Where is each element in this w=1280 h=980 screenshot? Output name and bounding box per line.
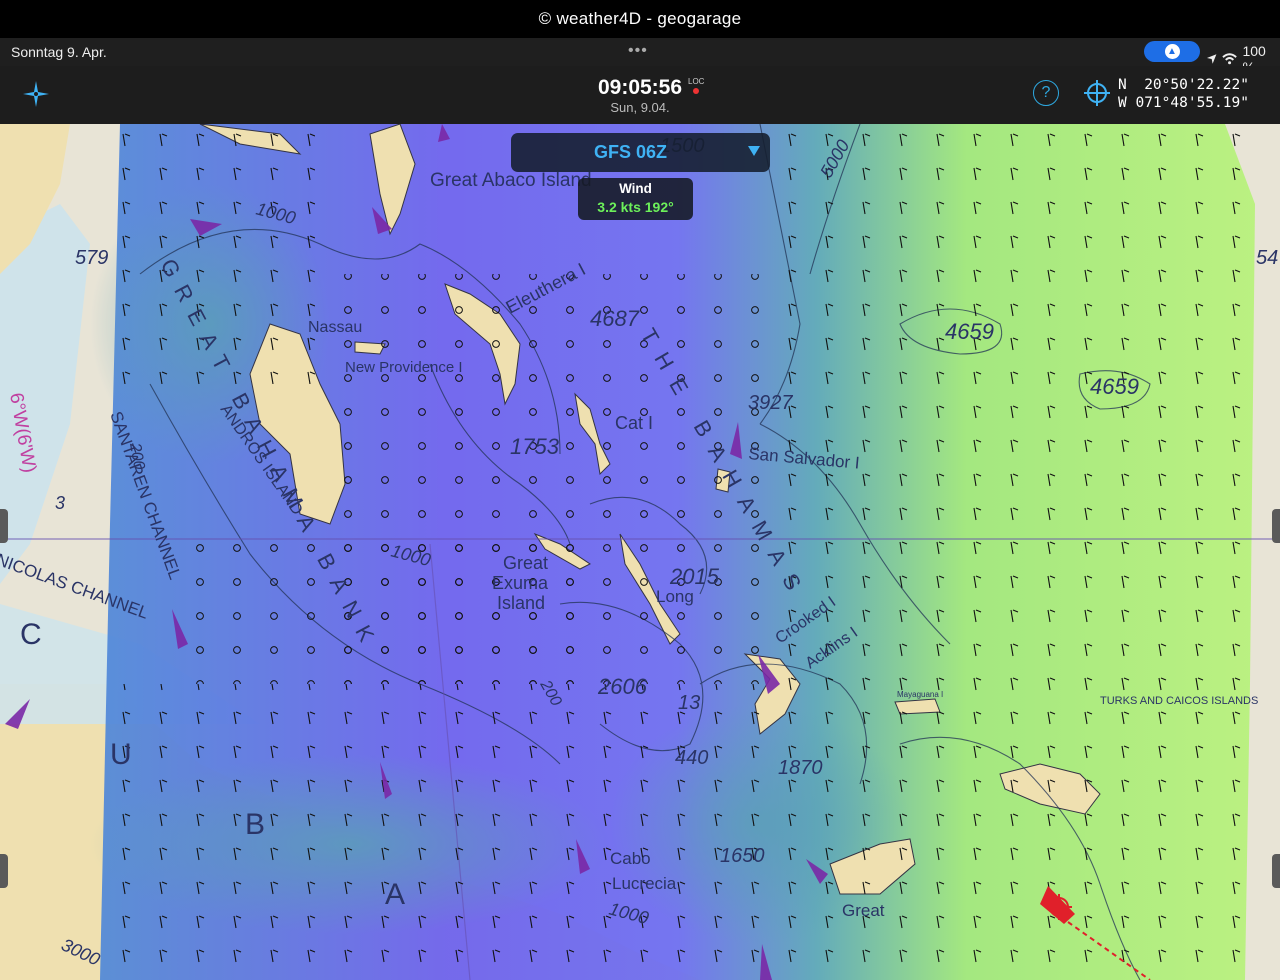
- multitask-dots-icon[interactable]: •••: [628, 42, 648, 60]
- wifi-icon: [1222, 53, 1238, 65]
- label-great-exuma-3: Island: [497, 593, 545, 613]
- clock-date: Sun, 9.04.: [610, 100, 670, 115]
- label-great-abaco: Great Abaco Island: [430, 170, 592, 191]
- record-dot-icon: [693, 88, 699, 94]
- window-caption: © weather4D - geogarage: [0, 0, 1280, 38]
- label-depth-1650: 1650: [720, 845, 765, 867]
- label-great-exuma-1: Great: [503, 553, 548, 573]
- navigation-arrow-icon: ▲: [1164, 44, 1180, 59]
- label-depth-1870: 1870: [778, 757, 823, 779]
- wind-value: 3.2 kts 192°: [597, 199, 674, 215]
- label-nassau: Nassau: [308, 319, 362, 336]
- longitude: W 071°48'55.19": [1118, 95, 1249, 111]
- nautical-chart-map[interactable]: Great Abaco Island Eleuthera I Nassau Ne…: [0, 124, 1280, 980]
- wind-title: Wind: [619, 181, 652, 196]
- label-depth-4659a: 4659: [945, 319, 994, 344]
- wind-barbs-south: [100, 684, 760, 980]
- label-cuba-b: B: [245, 808, 265, 841]
- navigation-pill[interactable]: ▲: [1144, 41, 1200, 62]
- label-cat: Cat I: [615, 413, 653, 433]
- label-cabo: Cabo: [610, 849, 651, 868]
- compass-rose-icon[interactable]: [22, 80, 50, 108]
- label-mayaguana: Mayaguana I: [897, 690, 943, 699]
- loc-label: LOC: [688, 77, 705, 86]
- location-arrow-icon: [1206, 54, 1217, 64]
- label-depth-2606: 2606: [597, 674, 648, 699]
- position-coordinates: N 20°50'22.22" W 071°48'55.19": [1118, 76, 1249, 112]
- caption-text: © weather4D - geogarage: [538, 9, 742, 28]
- label-depth-54: 54: [1256, 247, 1278, 269]
- label-great-exuma-2: Exuma: [492, 573, 549, 593]
- wind-barbs-east: [760, 124, 1250, 980]
- label-cuba-u: U: [110, 738, 132, 771]
- label-cuba-a: A: [385, 878, 405, 911]
- right-panel-handle-lower[interactable]: [1272, 854, 1280, 888]
- dropdown-arrow-icon: [748, 146, 760, 156]
- label-lucrecia: Lucrecia: [612, 874, 677, 893]
- clock[interactable]: 09:05:56 LOC Sun, 9.04.: [560, 76, 720, 115]
- right-panel-handle[interactable]: [1272, 509, 1280, 543]
- latitude: N 20°50'22.22": [1118, 77, 1249, 93]
- left-panel-handle[interactable]: [0, 509, 8, 543]
- label-new-providence: New Providence I: [345, 359, 463, 376]
- label-depth-1753: 1753: [510, 434, 560, 459]
- label-depth-4659b: 4659: [1090, 374, 1139, 399]
- label-long: Long: [656, 587, 694, 606]
- model-label: GFS 06Z: [593, 142, 668, 162]
- status-date: Sonntag 9. Apr.: [11, 44, 107, 60]
- label-depth-4687: 4687: [590, 306, 640, 331]
- status-bar: Sonntag 9. Apr. ••• ▲ 100 %: [0, 38, 1280, 75]
- label-great-inagua: Great: [842, 901, 885, 920]
- label-cuba-c: C: [20, 618, 42, 651]
- label-depth-579: 579: [75, 247, 108, 269]
- top-toolbar: 09:05:56 LOC Sun, 9.04. ? N 20°50'22.22"…: [0, 66, 1280, 124]
- left-panel-handle-lower[interactable]: [0, 854, 8, 888]
- crosshair-icon[interactable]: [1084, 80, 1110, 106]
- help-icon[interactable]: ?: [1033, 80, 1059, 106]
- label-depth-3: 3: [55, 493, 65, 513]
- label-depth-2015: 2015: [669, 564, 720, 589]
- label-depth-440: 440: [675, 747, 708, 769]
- label-depth-3927: 3927: [748, 392, 793, 414]
- label-depth-13: 13: [678, 692, 700, 714]
- wind-info-box: Wind 3.2 kts 192°: [578, 178, 693, 220]
- weather-model-selector[interactable]: GFS 06Z: [511, 133, 770, 172]
- label-turks-caicos: TURKS AND CAICOS ISLANDS: [1100, 695, 1258, 707]
